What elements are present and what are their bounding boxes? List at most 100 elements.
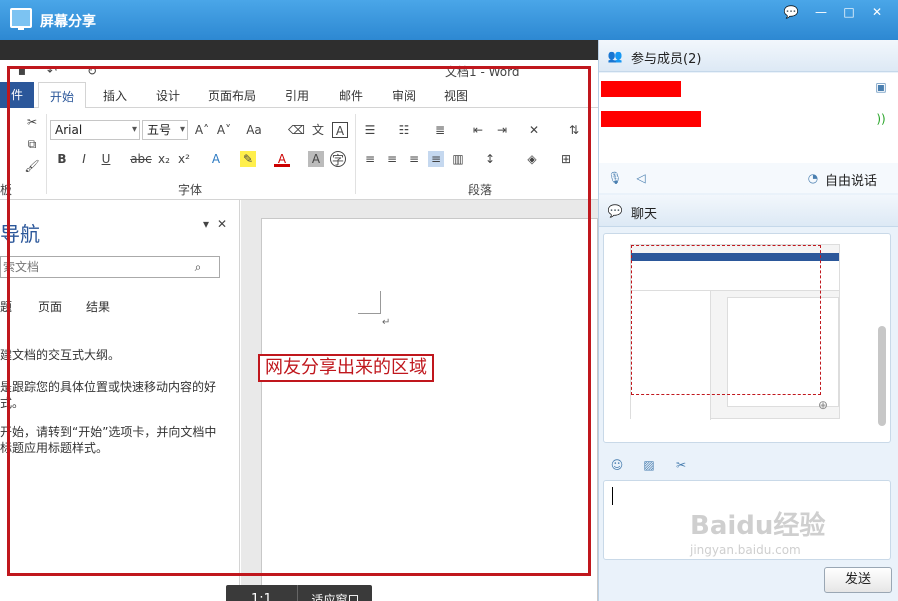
free-talk-label[interactable]: 自由说话 bbox=[825, 170, 877, 189]
tab-references[interactable]: 引用 bbox=[285, 87, 309, 104]
screenshot-thumbnail[interactable]: ⊕ bbox=[630, 244, 840, 420]
copy-icon[interactable]: ⧉ bbox=[24, 136, 40, 152]
phonetic-guide-icon[interactable]: 文 bbox=[310, 122, 326, 138]
line-spacing-icon[interactable]: ↕ bbox=[482, 151, 498, 167]
fit-window-button[interactable]: 适应窗口 bbox=[299, 585, 372, 601]
nav-help-text: 是跟踪您的具体位置或快速移动内容的好 bbox=[0, 380, 217, 394]
grow-font-icon[interactable]: A˄ bbox=[194, 122, 210, 138]
sort-icon[interactable]: ⇅ bbox=[566, 122, 582, 138]
superscript-icon[interactable]: x² bbox=[176, 151, 192, 167]
cut-icon[interactable]: ✂ bbox=[24, 114, 40, 130]
font-color-icon[interactable]: A bbox=[274, 151, 290, 167]
nav-tab-results[interactable]: 结果 bbox=[86, 298, 110, 315]
zoom-one-to-one-button[interactable]: 1:1 bbox=[226, 585, 298, 601]
bold-icon[interactable]: B bbox=[54, 151, 70, 167]
save-icon[interactable]: ▪ bbox=[14, 63, 30, 79]
maximize-button[interactable]: □ bbox=[838, 4, 860, 20]
text-cursor bbox=[612, 487, 613, 505]
send-button[interactable]: 发送 bbox=[824, 567, 892, 593]
nav-help-text: 开始，请转到“开始”选项卡，并向文档中 bbox=[0, 425, 217, 439]
font-name-select[interactable]: Arial bbox=[50, 120, 140, 140]
chat-toolbar: ☺ ▨ ✂ bbox=[599, 450, 898, 480]
document-title: 文档1 - Word bbox=[445, 65, 520, 79]
redacted-member[interactable] bbox=[601, 81, 681, 97]
microphone-icon[interactable]: 🎙 bbox=[607, 170, 623, 186]
font-size-select[interactable]: 五号 bbox=[142, 120, 188, 140]
free-talk-icon[interactable]: ◔ bbox=[805, 170, 821, 186]
underline-icon[interactable]: U bbox=[98, 151, 114, 167]
strikethrough-icon[interactable]: abc bbox=[130, 151, 152, 167]
screen-share-icon: ▣ bbox=[875, 80, 887, 94]
format-painter-icon[interactable]: 🖌 bbox=[24, 158, 40, 174]
char-border-icon[interactable]: A bbox=[332, 122, 348, 138]
undo-icon[interactable]: ↶ bbox=[44, 63, 60, 79]
char-shading-icon[interactable]: A bbox=[308, 151, 324, 167]
tab-layout[interactable]: 页面布局 bbox=[208, 87, 256, 104]
shading-icon[interactable]: ◈ bbox=[524, 151, 540, 167]
close-button[interactable]: ✕ bbox=[866, 4, 888, 20]
chat-bubble-icon[interactable]: 💬 bbox=[780, 4, 802, 20]
borders-icon[interactable]: ⊞ bbox=[558, 151, 574, 167]
tab-design[interactable]: 设计 bbox=[156, 87, 180, 104]
increase-indent-icon[interactable]: ⇥ bbox=[494, 122, 510, 138]
margin-mark bbox=[358, 313, 381, 314]
nav-help-text: 标题应用标题样式。 bbox=[0, 441, 109, 455]
monitor-icon bbox=[10, 8, 32, 30]
change-case-icon[interactable]: Aa bbox=[246, 122, 262, 138]
shared-screen-area: ▪ ↶ ↻ 文档1 - Word 件 开始 插入 设计 页面布局 引用 邮件 审… bbox=[0, 40, 598, 601]
nav-tab-pages[interactable]: 页面 bbox=[38, 298, 62, 315]
thumbnail-frame bbox=[631, 245, 821, 395]
zoom-controls: 1:1 适应窗口 bbox=[226, 585, 372, 601]
distributed-icon[interactable]: ▥ bbox=[450, 151, 466, 167]
ribbon-tabs: 件 开始 插入 设计 页面布局 引用 邮件 审阅 视图 bbox=[0, 82, 598, 109]
align-center-icon[interactable]: ≡ bbox=[384, 151, 400, 167]
zoom-in-icon[interactable]: ⊕ bbox=[815, 397, 831, 413]
members-list: ▣ )) bbox=[599, 73, 898, 163]
word-window: ▪ ↶ ↻ 文档1 - Word 件 开始 插入 设计 页面布局 引用 邮件 审… bbox=[0, 60, 598, 601]
chat-title: 聊天 bbox=[631, 207, 658, 222]
tab-review[interactable]: 审阅 bbox=[392, 87, 416, 104]
redo-icon[interactable]: ↻ bbox=[84, 63, 100, 79]
multilevel-list-icon[interactable]: ≣ bbox=[432, 122, 448, 138]
tab-insert[interactable]: 插入 bbox=[103, 87, 127, 104]
nav-help-text: 式。 bbox=[0, 396, 25, 410]
nav-search-input[interactable]: 索文档 bbox=[0, 256, 220, 278]
members-title: 参与成员(2) bbox=[631, 52, 702, 67]
chat-scrollbar[interactable] bbox=[878, 326, 886, 426]
tab-mailings[interactable]: 邮件 bbox=[339, 87, 363, 104]
close-icon[interactable]: ✕ bbox=[214, 216, 230, 232]
align-right-icon[interactable]: ≡ bbox=[406, 151, 422, 167]
nav-tab-headings[interactable]: 题 bbox=[0, 298, 12, 315]
search-icon[interactable]: ⌕ bbox=[190, 259, 206, 275]
redacted-member[interactable] bbox=[601, 111, 701, 127]
nav-help-text: 建文档的交互式大纲。 bbox=[0, 348, 121, 362]
ribbon-home: ✂ ⧉ 🖌 Arial 五号 A˄ A˅ Aa ⌫ 文 A B I U abc … bbox=[0, 108, 598, 200]
enclose-char-icon[interactable]: 字 bbox=[330, 151, 346, 167]
chevron-down-icon[interactable]: ▾ bbox=[198, 216, 214, 232]
highlight-icon[interactable]: ✎ bbox=[240, 151, 256, 167]
decrease-indent-icon[interactable]: ⇤ bbox=[470, 122, 486, 138]
tab-file[interactable]: 件 bbox=[0, 82, 34, 108]
shrink-font-icon[interactable]: A˅ bbox=[216, 122, 232, 138]
document-page[interactable]: ↵ bbox=[261, 218, 598, 601]
tab-view[interactable]: 视图 bbox=[444, 87, 468, 104]
numbering-icon[interactable]: ☷ bbox=[396, 122, 412, 138]
asian-layout-icon[interactable]: ✕ bbox=[526, 122, 542, 138]
document-area: ↵ bbox=[241, 200, 598, 601]
speaker-icon[interactable]: ◁ bbox=[633, 170, 649, 186]
tab-home[interactable]: 开始 bbox=[38, 82, 87, 109]
annotation-label: 网友分享出来的区域 bbox=[258, 354, 434, 382]
clear-format-icon[interactable]: ⌫ bbox=[288, 122, 305, 138]
justify-icon[interactable]: ≡ bbox=[428, 151, 444, 167]
chat-header: 💬 聊天 bbox=[599, 195, 898, 227]
emoji-icon[interactable]: ☺ bbox=[609, 457, 625, 473]
image-icon[interactable]: ▨ bbox=[641, 457, 657, 473]
bullets-icon[interactable]: ☰ bbox=[362, 122, 378, 138]
subscript-icon[interactable]: x₂ bbox=[156, 151, 172, 167]
text-effect-icon[interactable]: A bbox=[208, 151, 224, 167]
scissors-icon[interactable]: ✂ bbox=[673, 457, 689, 473]
minimize-button[interactable]: — bbox=[810, 4, 832, 20]
align-left-icon[interactable]: ≡ bbox=[362, 151, 378, 167]
members-header: 👥 参与成员(2) bbox=[599, 40, 898, 72]
italic-icon[interactable]: I bbox=[76, 151, 92, 167]
